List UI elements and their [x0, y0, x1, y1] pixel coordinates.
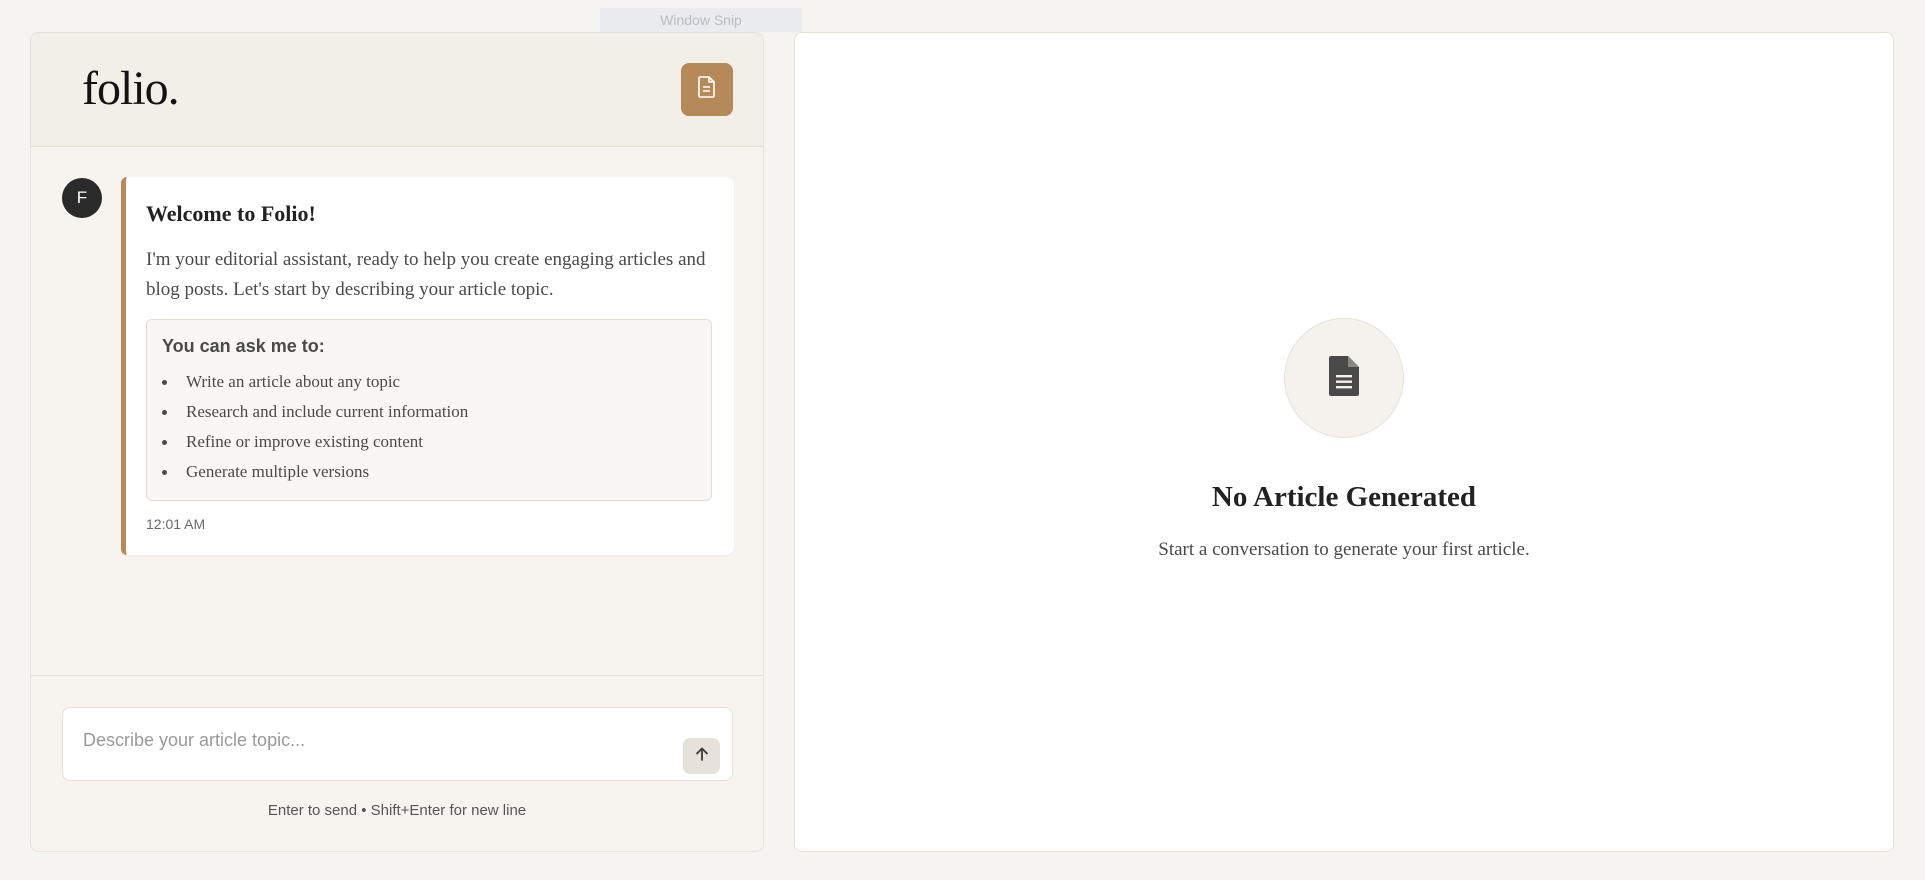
- capabilities-box: You can ask me to: Write an article abou…: [146, 319, 712, 501]
- empty-state-title: No Article Generated: [1211, 481, 1477, 513]
- list-item-label: Refine or improve existing content: [186, 432, 423, 451]
- message-title: Welcome to Folio!: [146, 201, 316, 226]
- bullet-icon: [162, 380, 167, 385]
- document-icon: [698, 76, 716, 103]
- message-body: I'm your editorial assistant, ready to h…: [146, 249, 706, 300]
- view-article-button[interactable]: [681, 63, 733, 116]
- bullet-icon: [162, 440, 167, 445]
- list-item: Write an article about any topic: [162, 372, 468, 402]
- document-icon: [1329, 355, 1359, 401]
- composer-area: Enter to send • Shift+Enter for new line: [31, 675, 763, 851]
- empty-state-subtitle: Start a conversation to generate your fi…: [1158, 539, 1530, 560]
- bullet-icon: [162, 470, 167, 475]
- welcome-message: Welcome to Folio! I'm your editorial ass…: [121, 177, 734, 555]
- list-item-label: Write an article about any topic: [186, 372, 401, 391]
- list-item: Generate multiple versions: [162, 462, 468, 492]
- list-item-label: Generate multiple versions: [186, 462, 370, 481]
- composer: [62, 707, 733, 781]
- window-snip-label: Window Snip: [600, 8, 802, 32]
- message-list: F Welcome to Folio! I'm your editorial a…: [31, 147, 763, 707]
- article-panel: No Article Generated Start a conversatio…: [794, 32, 1894, 852]
- folio-logo: folio.: [82, 62, 180, 115]
- arrow-up-icon: [694, 746, 710, 767]
- assistant-avatar: F: [62, 178, 102, 218]
- keyboard-hint: Enter to send • Shift+Enter for new line: [267, 802, 527, 819]
- empty-state-icon: [1284, 318, 1404, 438]
- topic-input[interactable]: [83, 728, 643, 752]
- bullet-icon: [162, 410, 167, 415]
- capabilities-title: You can ask me to:: [162, 336, 325, 356]
- list-item: Research and include current information: [162, 402, 468, 432]
- list-item: Refine or improve existing content: [162, 432, 468, 462]
- chat-header: folio.: [31, 33, 763, 147]
- list-item-label: Research and include current information: [186, 402, 469, 421]
- chat-panel: folio. F Welcome to Folio! I'm your edit…: [30, 32, 764, 852]
- capabilities-list: Write an article about any topic Researc…: [162, 372, 468, 492]
- send-button[interactable]: [683, 738, 720, 774]
- message-timestamp: 12:01 AM: [146, 516, 206, 532]
